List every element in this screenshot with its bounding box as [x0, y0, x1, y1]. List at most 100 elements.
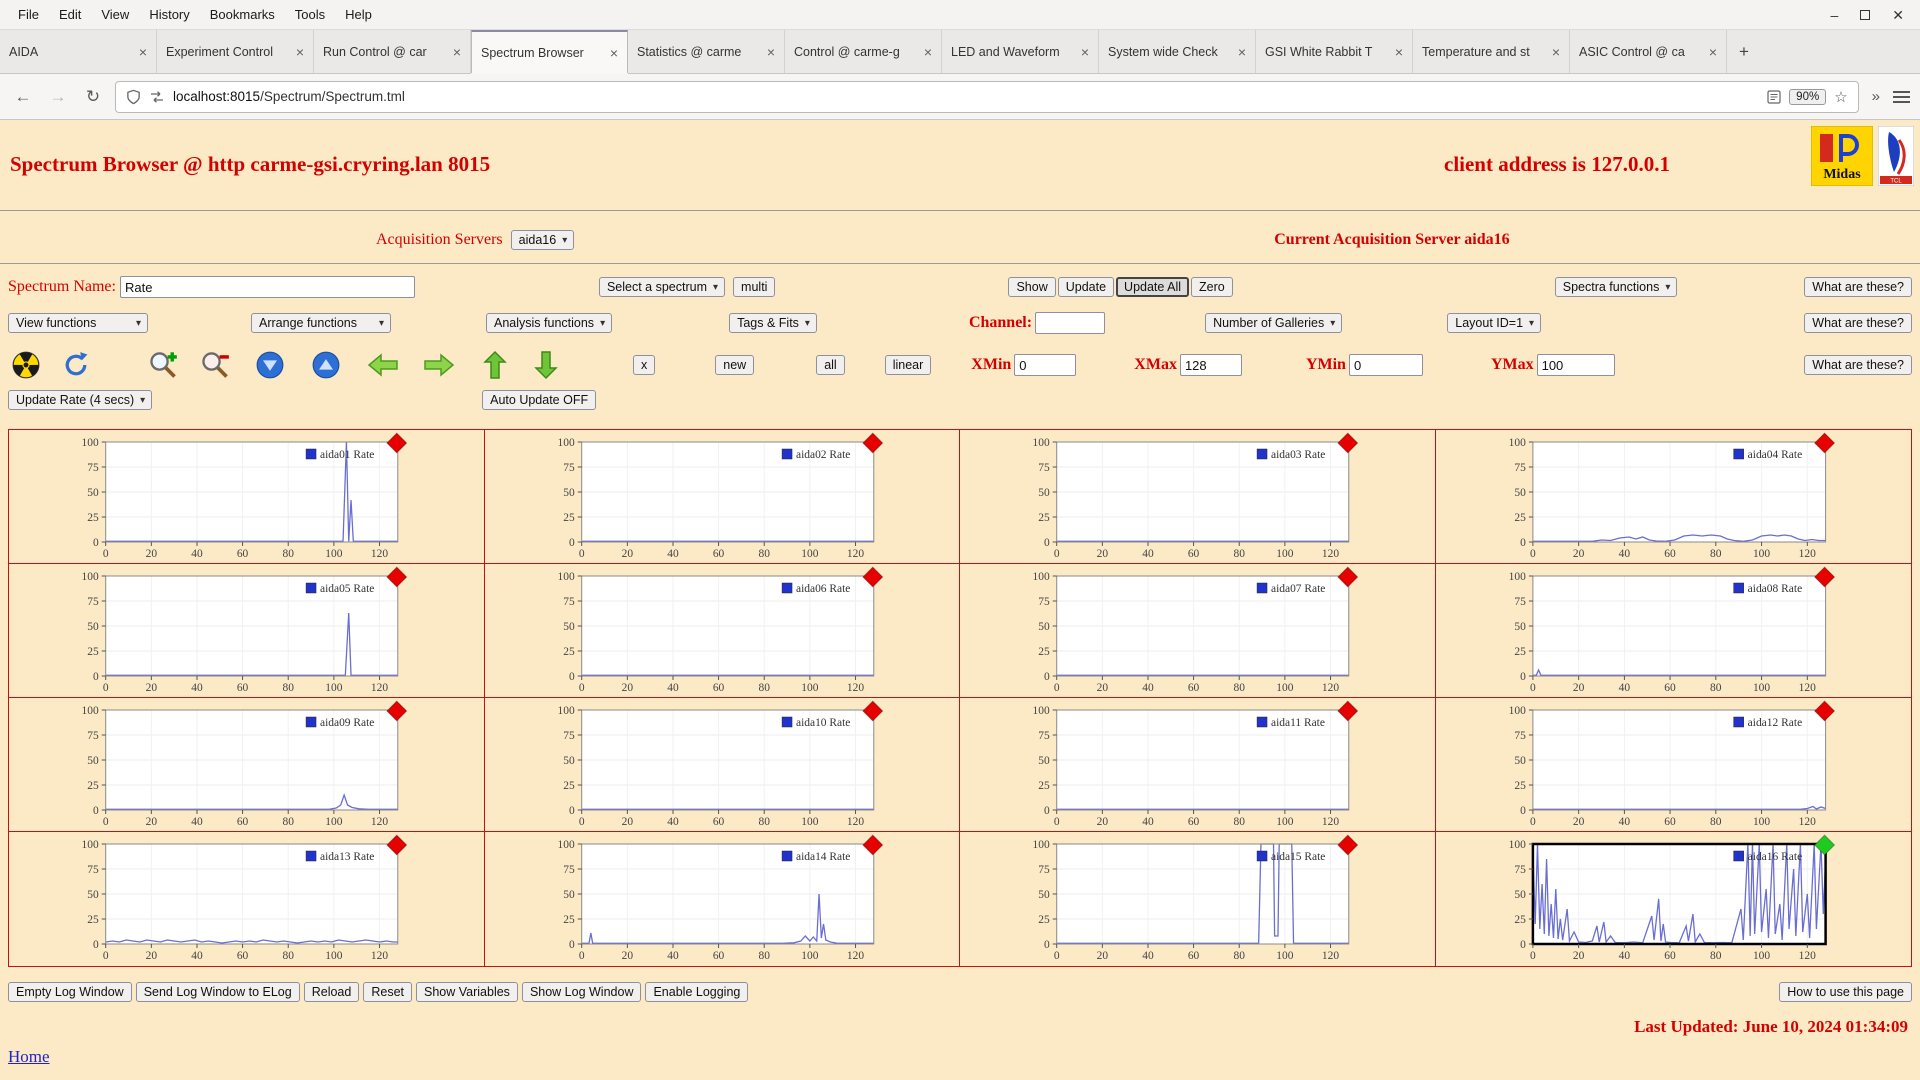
close-icon[interactable]: ✕: [1892, 8, 1904, 22]
tab-led-and-waveform[interactable]: LED and Waveform ×: [942, 30, 1099, 73]
tab-close-icon[interactable]: ×: [1395, 44, 1403, 60]
home-link[interactable]: Home: [8, 1047, 50, 1067]
bookmark-star-icon[interactable]: ☆: [1834, 88, 1847, 106]
zoom-out-icon[interactable]: [200, 350, 230, 380]
multi-button[interactable]: multi: [733, 277, 776, 297]
compress-x-icon[interactable]: [533, 350, 559, 380]
spectrum-chart-aida02[interactable]: 0 20 40 60 80 100 120 0 25 50 75 100 aida02 Rate: [484, 430, 960, 564]
tab-close-icon[interactable]: ×: [1709, 44, 1717, 60]
menu-file[interactable]: File: [8, 4, 49, 25]
tab-spectrum-browser[interactable]: Spectrum Browser ×: [471, 30, 628, 73]
tab-run-control-car[interactable]: Run Control @ car ×: [314, 30, 471, 73]
spectrum-name-input[interactable]: [119, 276, 415, 298]
radiation-icon[interactable]: [12, 351, 40, 379]
reset-button[interactable]: Reset: [363, 982, 412, 1002]
tab-gsi-white-rabbit-t[interactable]: GSI White Rabbit T ×: [1256, 30, 1413, 73]
what-are-these-button[interactable]: What are these?: [1804, 355, 1912, 375]
new-tab-button[interactable]: +: [1727, 30, 1761, 73]
spectrum-chart-aida10[interactable]: 0 20 40 60 80 100 120 0 25 50 75 100 aida10 Rate: [484, 698, 960, 832]
channel-input[interactable]: [1035, 312, 1106, 334]
tab-statistics-carme[interactable]: Statistics @ carme ×: [628, 30, 785, 73]
spectrum-chart-aida13[interactable]: 0 20 40 60 80 100 120 0 25 50 75 100 aida13 Rate: [9, 832, 485, 966]
analysis-functions-dropdown[interactable]: Analysis functions ▾: [486, 313, 613, 333]
maximize-icon[interactable]: [1860, 9, 1871, 20]
tab-close-icon[interactable]: ×: [1552, 44, 1560, 60]
minimize-icon[interactable]: –: [1830, 8, 1838, 22]
expand-y-icon[interactable]: [312, 351, 340, 379]
ymin-input[interactable]: [1348, 354, 1423, 376]
acquisition-server-select[interactable]: aida16 ▾: [510, 230, 575, 250]
shift-left-icon[interactable]: [367, 352, 399, 378]
what-are-these-button[interactable]: What are these?: [1804, 277, 1912, 297]
shield-icon[interactable]: [126, 89, 141, 105]
tab-control-carme-g[interactable]: Control @ carme-g ×: [785, 30, 942, 73]
spectrum-chart-aida12[interactable]: 0 20 40 60 80 100 120 0 25 50 75 100 aida12 Rate: [1435, 698, 1911, 832]
spectrum-chart-aida07[interactable]: 0 20 40 60 80 100 120 0 25 50 75 100 aida07 Rate: [960, 564, 1436, 698]
what-are-these-button[interactable]: What are these?: [1804, 313, 1912, 333]
update-rate-dropdown[interactable]: Update Rate (4 secs) ▾: [8, 390, 153, 410]
url-bar[interactable]: localhost:8015/Spectrum/Spectrum.tml 90%…: [115, 80, 1859, 113]
spectrum-chart-aida04[interactable]: 0 20 40 60 80 100 120 0 25 50 75 100 aida04 Rate: [1435, 430, 1911, 564]
x-button[interactable]: x: [633, 355, 656, 375]
tab-close-icon[interactable]: ×: [139, 44, 147, 60]
spectrum-chart-aida09[interactable]: 0 20 40 60 80 100 120 0 25 50 75 100 aida09 Rate: [9, 698, 485, 832]
refresh-icon[interactable]: [62, 351, 90, 379]
xmax-input[interactable]: [1179, 354, 1242, 376]
spectrum-chart-aida11[interactable]: 0 20 40 60 80 100 120 0 25 50 75 100 aida11 Rate: [960, 698, 1436, 832]
arrange-functions-dropdown[interactable]: Arrange functions ▾: [251, 313, 391, 333]
url-text[interactable]: localhost:8015/Spectrum/Spectrum.tml: [173, 89, 1759, 104]
select-spectrum-dropdown[interactable]: Select a spectrum ▾: [598, 277, 726, 297]
show-variables-button[interactable]: Show Variables: [416, 982, 518, 1002]
tab-close-icon[interactable]: ×: [767, 44, 775, 60]
tab-close-icon[interactable]: ×: [924, 44, 932, 60]
tab-close-icon[interactable]: ×: [453, 44, 461, 60]
all-button[interactable]: all: [816, 355, 845, 375]
compress-y-icon[interactable]: [256, 351, 284, 379]
spectrum-chart-aida08[interactable]: 0 20 40 60 80 100 120 0 25 50 75 100 aida08 Rate: [1435, 564, 1911, 698]
show-log-window-button[interactable]: Show Log Window: [521, 982, 642, 1002]
linear-button[interactable]: linear: [884, 355, 932, 375]
spectrum-chart-aida14[interactable]: 0 20 40 60 80 100 120 0 25 50 75 100 aida14 Rate: [485, 832, 960, 966]
spectrum-chart-aida03[interactable]: 0 20 40 60 80 100 120 0 25 50 75 100 aida03 Rate: [960, 430, 1436, 564]
tab-close-icon[interactable]: ×: [1238, 44, 1246, 60]
forward-icon[interactable]: →: [45, 87, 71, 107]
tab-aida[interactable]: AIDA ×: [0, 30, 157, 73]
spectrum-chart-aida15[interactable]: 0 20 40 60 80 100 120 0 25 50 75 100 aida15 Rate: [960, 832, 1436, 966]
spectra-functions-dropdown[interactable]: Spectra functions ▾: [1554, 277, 1678, 297]
show-button[interactable]: Show: [1008, 277, 1056, 297]
spectrum-chart-aida06[interactable]: 0 20 40 60 80 100 120 0 25 50 75 100 aida06 Rate: [484, 564, 960, 698]
view-functions-dropdown[interactable]: View functions ▾: [8, 313, 148, 333]
menu-help[interactable]: Help: [335, 4, 382, 25]
menu-history[interactable]: History: [139, 4, 199, 25]
xmin-input[interactable]: [1014, 354, 1077, 376]
how-to-use-button[interactable]: How to use this page: [1779, 982, 1912, 1002]
tab-close-icon[interactable]: ×: [296, 44, 304, 60]
menu-bookmarks[interactable]: Bookmarks: [200, 4, 285, 25]
overflow-menu-icon[interactable]: »: [1868, 88, 1884, 105]
send-log-window-to-elog-button[interactable]: Send Log Window to ELog: [135, 982, 300, 1002]
reload-icon[interactable]: ↻: [80, 87, 106, 107]
update-all-button[interactable]: Update All: [1116, 277, 1190, 297]
reader-mode-icon[interactable]: [1767, 89, 1781, 104]
tab-temperature-and-st[interactable]: Temperature and st ×: [1413, 30, 1570, 73]
tags-fits-dropdown[interactable]: Tags & Fits ▾: [729, 313, 817, 333]
ymax-input[interactable]: [1536, 354, 1615, 376]
tab-close-icon[interactable]: ×: [610, 45, 618, 61]
enable-logging-button[interactable]: Enable Logging: [645, 982, 749, 1002]
spectrum-chart-aida16[interactable]: 0 20 40 60 80 100 120 0 25 50 75 100 aida16 Rate: [1436, 832, 1912, 966]
menu-edit[interactable]: Edit: [49, 4, 91, 25]
empty-log-window-button[interactable]: Empty Log Window: [8, 982, 132, 1002]
menu-tools[interactable]: Tools: [285, 4, 335, 25]
new-button[interactable]: new: [715, 355, 755, 375]
tab-system-wide-check[interactable]: System wide Check ×: [1099, 30, 1256, 73]
tab-close-icon[interactable]: ×: [1081, 44, 1089, 60]
reload-button[interactable]: Reload: [303, 982, 360, 1002]
update-button[interactable]: Update: [1057, 277, 1115, 297]
expand-x-icon[interactable]: [482, 350, 508, 380]
tab-experiment-control[interactable]: Experiment Control ×: [157, 30, 314, 73]
site-permissions-icon[interactable]: [149, 90, 165, 104]
spectrum-chart-aida05[interactable]: 0 20 40 60 80 100 120 0 25 50 75 100 aida05 Rate: [9, 564, 485, 698]
galleries-dropdown[interactable]: Number of Galleries ▾: [1205, 313, 1343, 333]
spectrum-chart-aida01[interactable]: 0 20 40 60 80 100 120 0 25 50 75 100 aida01 Rate: [9, 430, 485, 564]
zoom-level-badge[interactable]: 90%: [1789, 88, 1827, 105]
